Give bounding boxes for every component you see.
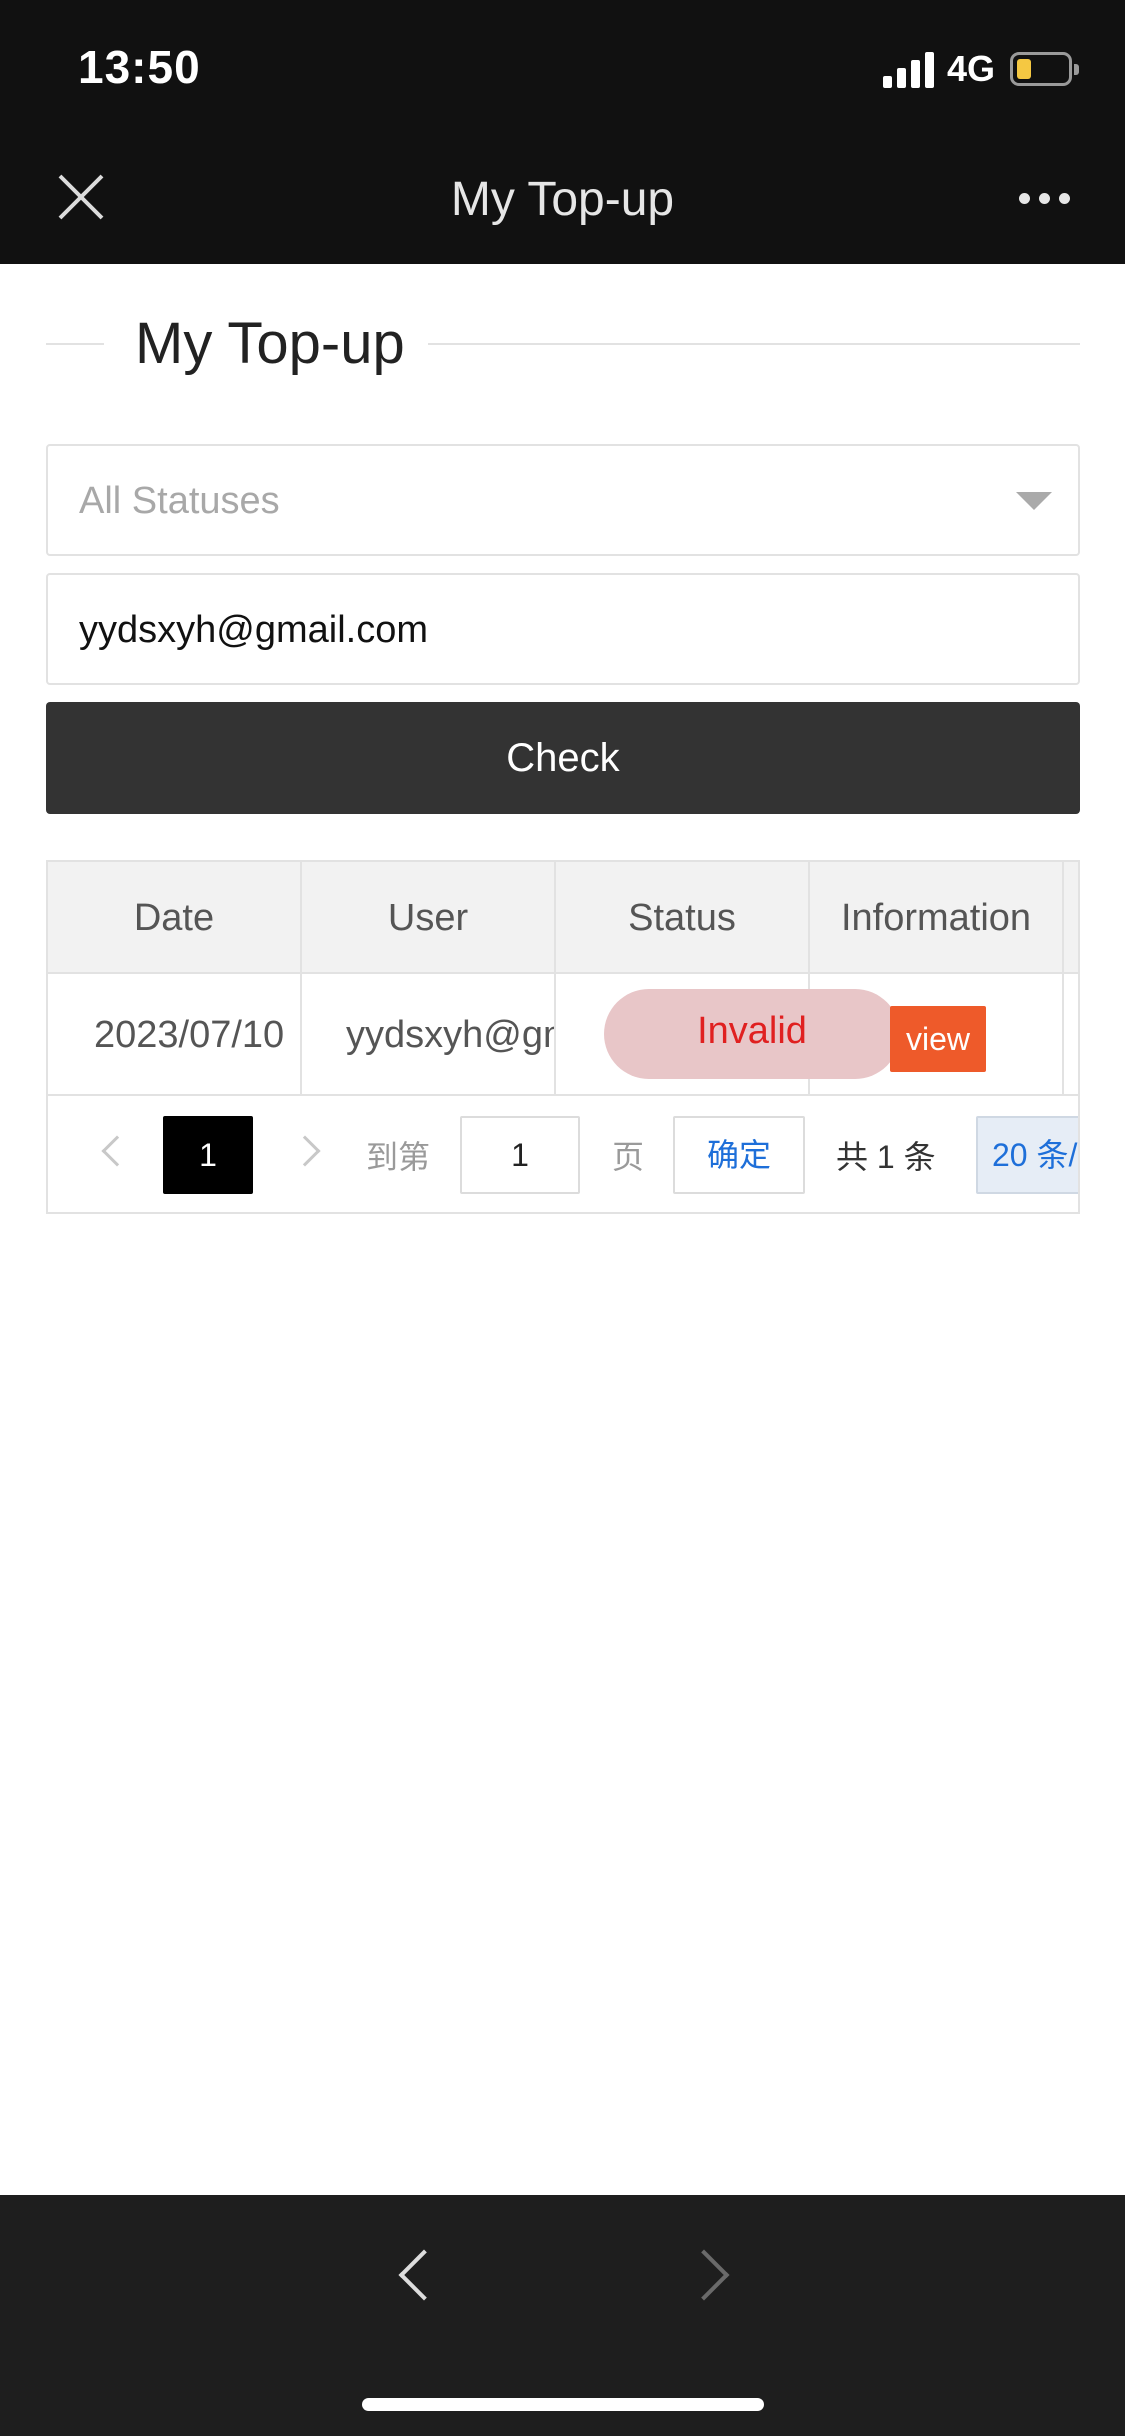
cell-user: yydsxyh@gmail.com	[302, 974, 556, 1096]
browser-toolbar	[0, 2195, 1125, 2436]
chevron-left-icon[interactable]	[101, 1135, 133, 1167]
status-select-placeholder: All Statuses	[79, 480, 280, 522]
records-table: Date User Status Information 2023/07/10 …	[46, 860, 1080, 1214]
page-size-select[interactable]: 20 条/页	[976, 1116, 1078, 1194]
back-icon[interactable]	[398, 2249, 450, 2301]
column-header-extra	[1064, 862, 1078, 974]
title-divider-left	[46, 343, 104, 345]
home-indicator[interactable]	[362, 2398, 764, 2411]
column-header-user: User	[302, 862, 556, 974]
battery-icon	[1010, 52, 1079, 86]
goto-label: 到第	[366, 1139, 431, 1175]
nav-title: My Top-up	[450, 173, 675, 226]
cell-extra	[1064, 974, 1078, 1096]
view-button[interactable]: view	[890, 1006, 986, 1072]
page-number-current[interactable]: 1	[163, 1116, 253, 1194]
more-icon[interactable]	[1015, 188, 1075, 208]
status-badge: Invalid	[604, 989, 900, 1079]
cell-date: 2023/07/10	[48, 974, 302, 1096]
status-select[interactable]: All Statuses	[46, 444, 1080, 556]
goto-page-input[interactable]: 1	[460, 1116, 580, 1194]
goto-confirm-button[interactable]: 确定	[673, 1116, 805, 1194]
total-count: 共 1 条	[836, 1139, 936, 1175]
column-header-information: Information	[810, 862, 1064, 974]
network-label: 4G	[947, 48, 996, 89]
column-header-status: Status	[556, 862, 810, 974]
chevron-down-icon	[1016, 492, 1052, 510]
pagination: 1 到第 1 页 确定 共 1 条 20 条/页	[48, 1096, 1078, 1212]
status-bar: 13:50 4G	[0, 0, 1125, 130]
page-title: My Top-up	[135, 311, 405, 376]
nav-bar: My Top-up	[0, 130, 1125, 264]
page-unit-label: 页	[612, 1139, 645, 1175]
forward-icon[interactable]	[678, 2249, 730, 2301]
title-divider-right	[428, 343, 1080, 345]
email-field[interactable]: yydsxyh@gmail.com	[46, 573, 1080, 685]
status-time: 13:50	[78, 41, 201, 93]
chevron-right-icon[interactable]	[289, 1135, 321, 1167]
email-field-value: yydsxyh@gmail.com	[79, 609, 428, 651]
column-header-date: Date	[48, 862, 302, 974]
check-button[interactable]: Check	[46, 702, 1080, 814]
signal-icon	[883, 50, 937, 88]
